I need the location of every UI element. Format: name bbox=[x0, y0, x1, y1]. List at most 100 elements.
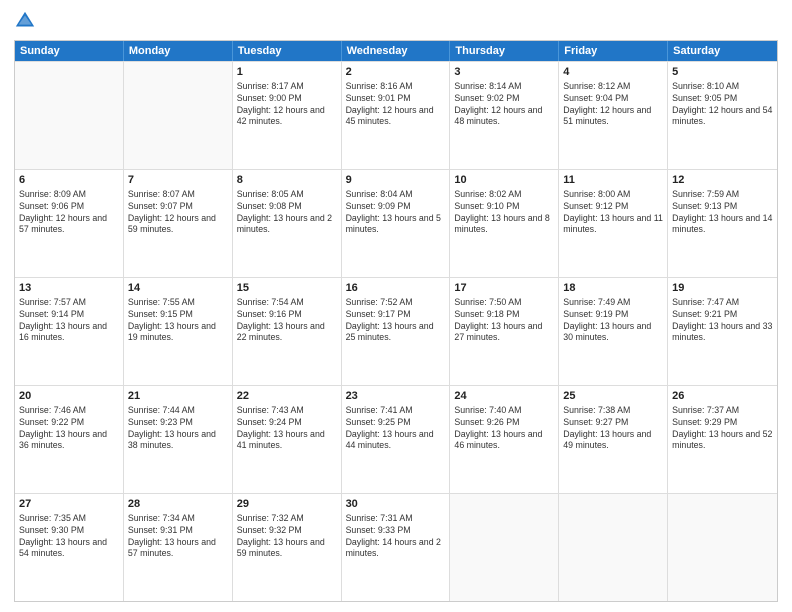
calendar-body: 1Sunrise: 8:17 AMSunset: 9:00 PMDaylight… bbox=[15, 61, 777, 601]
calendar-week-5: 27Sunrise: 7:35 AMSunset: 9:30 PMDayligh… bbox=[15, 493, 777, 601]
calendar-cell: 25Sunrise: 7:38 AMSunset: 9:27 PMDayligh… bbox=[559, 386, 668, 493]
cell-info: Sunset: 9:33 PM bbox=[346, 525, 446, 537]
cell-info: Sunrise: 7:49 AM bbox=[563, 297, 663, 309]
calendar-cell: 23Sunrise: 7:41 AMSunset: 9:25 PMDayligh… bbox=[342, 386, 451, 493]
cell-info: Sunset: 9:08 PM bbox=[237, 201, 337, 213]
cell-info: Sunset: 9:13 PM bbox=[672, 201, 773, 213]
calendar-cell: 2Sunrise: 8:16 AMSunset: 9:01 PMDaylight… bbox=[342, 62, 451, 169]
calendar-week-2: 6Sunrise: 8:09 AMSunset: 9:06 PMDaylight… bbox=[15, 169, 777, 277]
calendar-week-1: 1Sunrise: 8:17 AMSunset: 9:00 PMDaylight… bbox=[15, 61, 777, 169]
calendar: SundayMondayTuesdayWednesdayThursdayFrid… bbox=[14, 40, 778, 602]
calendar-day-header: Tuesday bbox=[233, 41, 342, 61]
day-number: 9 bbox=[346, 173, 446, 188]
calendar-cell: 7Sunrise: 8:07 AMSunset: 9:07 PMDaylight… bbox=[124, 170, 233, 277]
cell-info: Sunrise: 7:54 AM bbox=[237, 297, 337, 309]
cell-info: Daylight: 13 hours and 59 minutes. bbox=[237, 537, 337, 561]
cell-info: Sunrise: 7:55 AM bbox=[128, 297, 228, 309]
calendar-week-4: 20Sunrise: 7:46 AMSunset: 9:22 PMDayligh… bbox=[15, 385, 777, 493]
calendar-day-header: Friday bbox=[559, 41, 668, 61]
cell-info: Sunset: 9:23 PM bbox=[128, 417, 228, 429]
cell-info: Daylight: 13 hours and 44 minutes. bbox=[346, 429, 446, 453]
cell-info: Daylight: 13 hours and 5 minutes. bbox=[346, 213, 446, 237]
calendar-cell: 28Sunrise: 7:34 AMSunset: 9:31 PMDayligh… bbox=[124, 494, 233, 601]
day-number: 6 bbox=[19, 173, 119, 188]
cell-info: Sunrise: 8:04 AM bbox=[346, 189, 446, 201]
calendar-cell bbox=[124, 62, 233, 169]
day-number: 8 bbox=[237, 173, 337, 188]
calendar-cell: 3Sunrise: 8:14 AMSunset: 9:02 PMDaylight… bbox=[450, 62, 559, 169]
cell-info: Sunrise: 8:05 AM bbox=[237, 189, 337, 201]
cell-info: Sunrise: 8:07 AM bbox=[128, 189, 228, 201]
day-number: 19 bbox=[672, 281, 773, 296]
cell-info: Daylight: 13 hours and 8 minutes. bbox=[454, 213, 554, 237]
cell-info: Sunset: 9:12 PM bbox=[563, 201, 663, 213]
calendar-day-header: Monday bbox=[124, 41, 233, 61]
day-number: 30 bbox=[346, 497, 446, 512]
day-number: 28 bbox=[128, 497, 228, 512]
cell-info: Sunset: 9:15 PM bbox=[128, 309, 228, 321]
cell-info: Sunset: 9:32 PM bbox=[237, 525, 337, 537]
cell-info: Daylight: 13 hours and 52 minutes. bbox=[672, 429, 773, 453]
logo bbox=[14, 10, 40, 32]
cell-info: Sunrise: 8:10 AM bbox=[672, 81, 773, 93]
cell-info: Sunrise: 7:46 AM bbox=[19, 405, 119, 417]
cell-info: Sunrise: 8:09 AM bbox=[19, 189, 119, 201]
cell-info: Sunrise: 7:43 AM bbox=[237, 405, 337, 417]
cell-info: Daylight: 13 hours and 38 minutes. bbox=[128, 429, 228, 453]
cell-info: Sunrise: 7:38 AM bbox=[563, 405, 663, 417]
cell-info: Daylight: 12 hours and 59 minutes. bbox=[128, 213, 228, 237]
cell-info: Sunrise: 7:44 AM bbox=[128, 405, 228, 417]
cell-info: Sunset: 9:00 PM bbox=[237, 93, 337, 105]
calendar-day-header: Saturday bbox=[668, 41, 777, 61]
cell-info: Daylight: 12 hours and 45 minutes. bbox=[346, 105, 446, 129]
day-number: 1 bbox=[237, 65, 337, 80]
day-number: 11 bbox=[563, 173, 663, 188]
cell-info: Sunset: 9:30 PM bbox=[19, 525, 119, 537]
calendar-day-header: Sunday bbox=[15, 41, 124, 61]
cell-info: Sunrise: 7:50 AM bbox=[454, 297, 554, 309]
cell-info: Sunrise: 8:16 AM bbox=[346, 81, 446, 93]
cell-info: Sunset: 9:25 PM bbox=[346, 417, 446, 429]
cell-info: Sunset: 9:24 PM bbox=[237, 417, 337, 429]
day-number: 21 bbox=[128, 389, 228, 404]
calendar-cell: 27Sunrise: 7:35 AMSunset: 9:30 PMDayligh… bbox=[15, 494, 124, 601]
cell-info: Sunset: 9:14 PM bbox=[19, 309, 119, 321]
logo-icon bbox=[14, 10, 36, 32]
cell-info: Daylight: 13 hours and 49 minutes. bbox=[563, 429, 663, 453]
calendar-cell: 1Sunrise: 8:17 AMSunset: 9:00 PMDaylight… bbox=[233, 62, 342, 169]
cell-info: Daylight: 13 hours and 57 minutes. bbox=[128, 537, 228, 561]
day-number: 3 bbox=[454, 65, 554, 80]
cell-info: Daylight: 13 hours and 30 minutes. bbox=[563, 321, 663, 345]
cell-info: Daylight: 14 hours and 2 minutes. bbox=[346, 537, 446, 561]
cell-info: Daylight: 12 hours and 57 minutes. bbox=[19, 213, 119, 237]
cell-info: Sunrise: 8:14 AM bbox=[454, 81, 554, 93]
cell-info: Daylight: 13 hours and 22 minutes. bbox=[237, 321, 337, 345]
cell-info: Sunrise: 7:41 AM bbox=[346, 405, 446, 417]
day-number: 26 bbox=[672, 389, 773, 404]
calendar-cell: 6Sunrise: 8:09 AMSunset: 9:06 PMDaylight… bbox=[15, 170, 124, 277]
cell-info: Daylight: 13 hours and 25 minutes. bbox=[346, 321, 446, 345]
cell-info: Sunset: 9:07 PM bbox=[128, 201, 228, 213]
calendar-cell: 26Sunrise: 7:37 AMSunset: 9:29 PMDayligh… bbox=[668, 386, 777, 493]
calendar-cell: 5Sunrise: 8:10 AMSunset: 9:05 PMDaylight… bbox=[668, 62, 777, 169]
calendar-cell: 22Sunrise: 7:43 AMSunset: 9:24 PMDayligh… bbox=[233, 386, 342, 493]
cell-info: Daylight: 13 hours and 19 minutes. bbox=[128, 321, 228, 345]
cell-info: Sunset: 9:17 PM bbox=[346, 309, 446, 321]
calendar-cell: 10Sunrise: 8:02 AMSunset: 9:10 PMDayligh… bbox=[450, 170, 559, 277]
calendar-cell: 16Sunrise: 7:52 AMSunset: 9:17 PMDayligh… bbox=[342, 278, 451, 385]
cell-info: Daylight: 12 hours and 51 minutes. bbox=[563, 105, 663, 129]
day-number: 12 bbox=[672, 173, 773, 188]
cell-info: Daylight: 13 hours and 41 minutes. bbox=[237, 429, 337, 453]
cell-info: Sunset: 9:21 PM bbox=[672, 309, 773, 321]
day-number: 4 bbox=[563, 65, 663, 80]
cell-info: Sunset: 9:22 PM bbox=[19, 417, 119, 429]
day-number: 25 bbox=[563, 389, 663, 404]
cell-info: Sunrise: 7:47 AM bbox=[672, 297, 773, 309]
day-number: 7 bbox=[128, 173, 228, 188]
header bbox=[14, 10, 778, 32]
calendar-cell: 29Sunrise: 7:32 AMSunset: 9:32 PMDayligh… bbox=[233, 494, 342, 601]
calendar-cell bbox=[668, 494, 777, 601]
calendar-header-row: SundayMondayTuesdayWednesdayThursdayFrid… bbox=[15, 41, 777, 61]
cell-info: Sunset: 9:29 PM bbox=[672, 417, 773, 429]
day-number: 22 bbox=[237, 389, 337, 404]
